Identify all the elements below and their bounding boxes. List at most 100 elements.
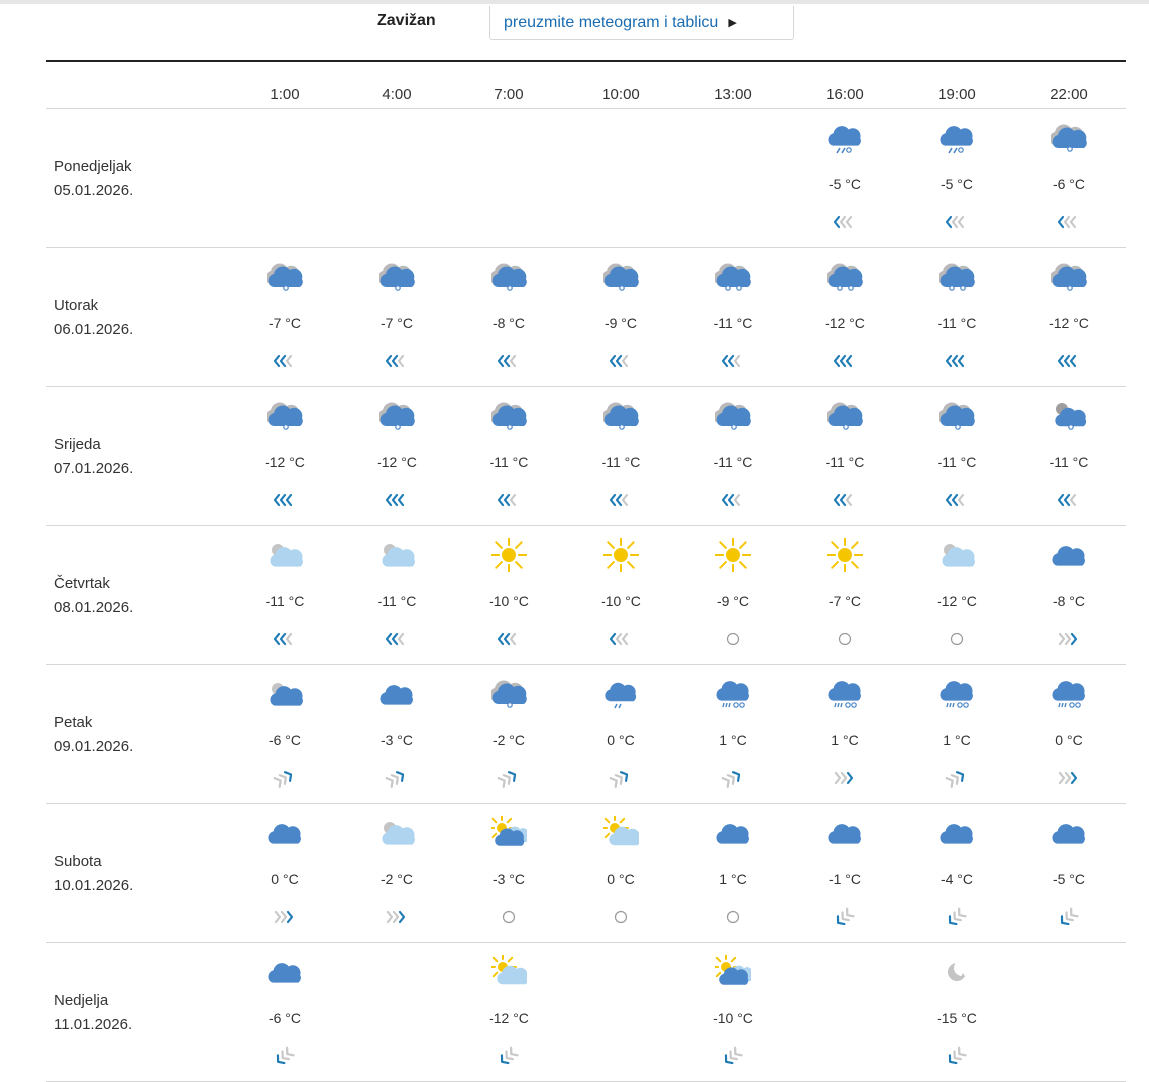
wind-moderate-west-icon — [827, 487, 863, 513]
forecast-cell[interactable]: -12 °C — [341, 387, 453, 525]
wind-northeast-icon — [939, 765, 975, 791]
forecast-cell[interactable]: -9 °C — [565, 248, 677, 386]
forecast-cell[interactable]: -5 °C — [901, 109, 1013, 247]
forecast-cell[interactable]: -3 °C — [341, 665, 453, 803]
forecast-cell[interactable]: -8 °C — [453, 248, 565, 386]
hour-label: 4:00 — [382, 86, 412, 103]
wind-moderate-west-icon — [491, 348, 527, 374]
forecast-cell[interactable]: -10 °C — [565, 526, 677, 664]
forecast-cell[interactable]: -7 °C — [341, 248, 453, 386]
forecast-cell[interactable]: -7 °C — [789, 526, 901, 664]
snow-cloud-heavy-icon — [939, 260, 975, 294]
forecast-cell[interactable]: -10 °C — [677, 943, 789, 1081]
snow-cloud-heavy-icon — [827, 260, 863, 294]
moon-clear-icon — [939, 955, 975, 989]
forecast-cell[interactable]: -8 °C — [1013, 526, 1125, 664]
temperature: -9 °C — [604, 315, 638, 331]
forecast-cell[interactable]: -3 °C — [453, 804, 565, 942]
forecast-cell[interactable]: -11 °C — [677, 248, 789, 386]
forecast-cell[interactable]: 0 °C — [1013, 665, 1125, 803]
day-label: Petak 09.01.2026. — [54, 711, 133, 759]
sun-cloud-dark-icon — [491, 816, 527, 850]
temperature: -9 °C — [716, 593, 750, 609]
forecast-cell[interactable]: -4 °C — [901, 804, 1013, 942]
forecast-cell[interactable]: 1 °C — [677, 804, 789, 942]
wind-strong-west-icon — [939, 348, 975, 374]
forecast-cell[interactable]: -11 °C — [453, 387, 565, 525]
temperature: -10 °C — [713, 1010, 753, 1026]
temperature: -7 °C — [828, 593, 862, 609]
temperature: -12 °C — [489, 1010, 529, 1026]
forecast-cell[interactable]: -9 °C — [677, 526, 789, 664]
forecast-cell[interactable]: -5 °C — [789, 109, 901, 247]
forecast-cell[interactable]: -2 °C — [341, 804, 453, 942]
snow-heavy-icon — [827, 121, 863, 155]
forecast-cell[interactable]: 0 °C — [229, 804, 341, 942]
forecast-cell[interactable]: -12 °C — [901, 526, 1013, 664]
cloud-icon — [1051, 538, 1087, 572]
day-date: 08.01.2026. — [54, 599, 134, 616]
forecast-cell[interactable]: -6 °C — [229, 665, 341, 803]
day-date: 07.01.2026. — [54, 460, 134, 477]
forecast-cell[interactable]: -6 °C — [1013, 109, 1125, 247]
hours-header-row: 1:00 4:00 7:00 10:00 13:00 16:00 19:00 22:00 — [46, 62, 1126, 109]
forecast-cell[interactable]: -11 °C — [789, 387, 901, 525]
cloud-icon — [939, 816, 975, 850]
hour-label: 10:00 — [602, 86, 640, 103]
wind-strong-west-icon — [379, 487, 415, 513]
wind-strong-west-icon — [267, 487, 303, 513]
rain-snow-icon — [939, 677, 975, 711]
forecast-cell[interactable]: -6 °C — [229, 943, 341, 1081]
forecast-cell[interactable]: -10 °C — [453, 526, 565, 664]
temperature: -6 °C — [268, 1010, 302, 1026]
day-date: 09.01.2026. — [54, 738, 134, 755]
snow-cloud-heavy-icon — [715, 260, 751, 294]
forecast-cell[interactable]: -11 °C — [229, 526, 341, 664]
forecast-cell[interactable]: 0 °C — [565, 804, 677, 942]
forecast-cell[interactable]: 0 °C — [565, 665, 677, 803]
forecast-cell[interactable]: -12 °C — [789, 248, 901, 386]
forecast-cell[interactable]: -11 °C — [901, 248, 1013, 386]
forecast-cell[interactable]: -12 °C — [453, 943, 565, 1081]
temperature: -8 °C — [1052, 593, 1086, 609]
partly-cloudy-grey-icon — [939, 538, 975, 572]
temperature: -2 °C — [492, 732, 526, 748]
forecast-cell[interactable]: -12 °C — [1013, 248, 1125, 386]
temperature: 0 °C — [607, 732, 635, 748]
temperature: 1 °C — [831, 732, 859, 748]
forecast-cell — [1013, 943, 1125, 1081]
forecast-cell[interactable]: -1 °C — [789, 804, 901, 942]
snow-cloud-icon — [379, 399, 415, 433]
forecast-cell[interactable]: 1 °C — [901, 665, 1013, 803]
day-date: 11.01.2026. — [54, 1016, 133, 1033]
rain-snow-icon — [827, 677, 863, 711]
forecast-cell[interactable]: 1 °C — [677, 665, 789, 803]
day-label: Četvrtak 08.01.2026. — [54, 572, 133, 620]
rain-snow-icon — [715, 677, 751, 711]
forecast-cell[interactable]: -2 °C — [453, 665, 565, 803]
wind-moderate-west-icon — [603, 487, 639, 513]
partly-cloudy-grey-icon — [379, 538, 415, 572]
forecast-cell[interactable]: -11 °C — [901, 387, 1013, 525]
forecast-cell — [341, 109, 453, 247]
hour-label: 13:00 — [714, 86, 752, 103]
forecast-cell — [565, 109, 677, 247]
forecast-cell[interactable]: -11 °C — [565, 387, 677, 525]
temperature: -11 °C — [489, 454, 529, 470]
forecast-cell[interactable]: -15 °C — [901, 943, 1013, 1081]
temperature: -11 °C — [601, 454, 641, 470]
temperature: -7 °C — [268, 315, 302, 331]
forecast-cell[interactable]: -12 °C — [229, 387, 341, 525]
wind-moderate-west-icon — [379, 348, 415, 374]
forecast-cell[interactable]: -11 °C — [677, 387, 789, 525]
forecast-cell[interactable]: -11 °C — [341, 526, 453, 664]
day-label: Utorak 06.01.2026. — [54, 294, 133, 342]
forecast-cell[interactable]: -7 °C — [229, 248, 341, 386]
forecast-cell[interactable]: -5 °C — [1013, 804, 1125, 942]
forecast-cell[interactable]: 1 °C — [789, 665, 901, 803]
temperature: -3 °C — [492, 871, 526, 887]
download-meteogram-button[interactable]: preuzmite meteogram i tablicu ▶ — [489, 6, 794, 40]
forecast-cell[interactable]: -11 °C — [1013, 387, 1125, 525]
hour-label: 22:00 — [1050, 86, 1088, 103]
wind-northeast-icon — [603, 765, 639, 791]
